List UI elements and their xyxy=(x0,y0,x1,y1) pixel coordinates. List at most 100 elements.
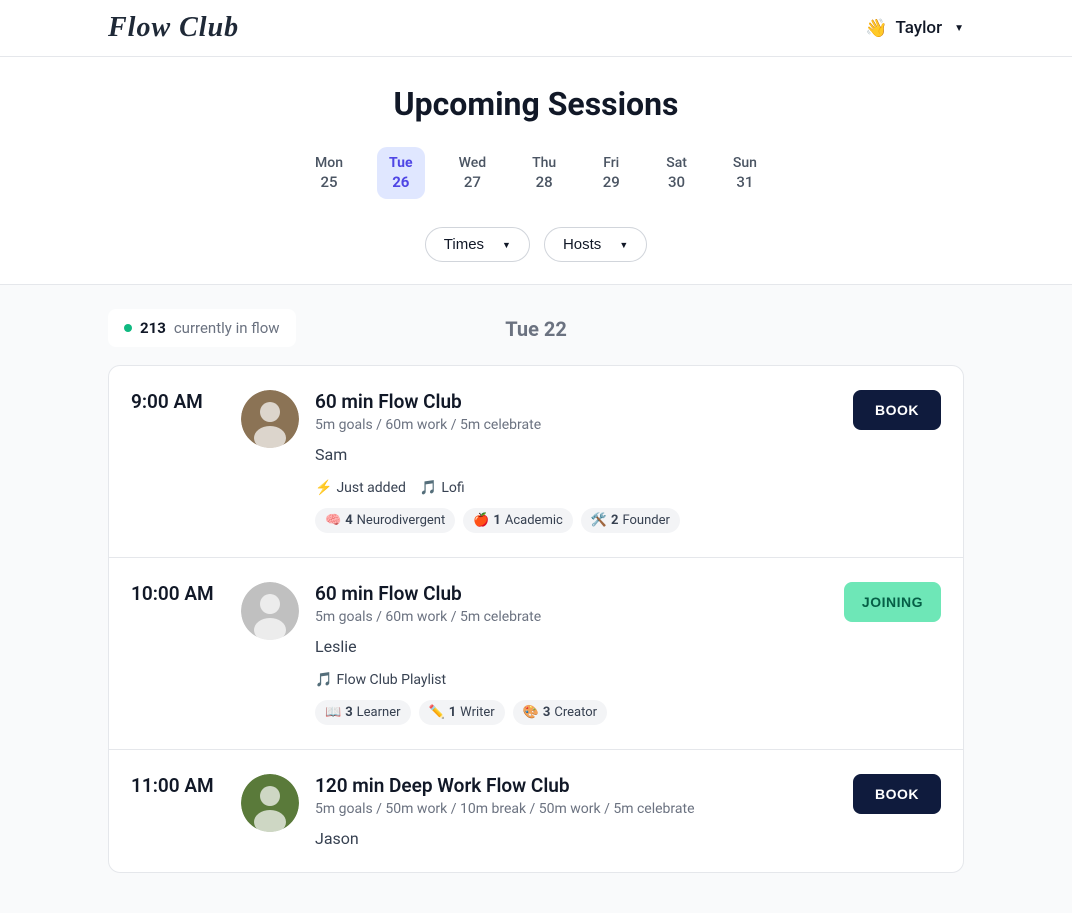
date-day: Tue xyxy=(389,155,413,171)
session-time: 10:00 AM xyxy=(131,582,241,725)
tag-icon: 🛠️ xyxy=(591,513,607,528)
date-selector: Mon 25 Tue 26 Wed 27 Thu28 Fri29 Sat 30 Sun 31 xyxy=(0,147,1072,199)
session-tags: 📖 3 Learner ✏️ 1 Writer 🎨 3 Creator xyxy=(315,700,844,725)
session-title: 60 min Flow Club xyxy=(315,582,844,605)
session-body: 120 min Deep Work Flow Club 5m goals / 50… xyxy=(315,774,853,848)
hosts-filter[interactable]: Hosts ▼ xyxy=(544,227,647,262)
session-title: 120 min Deep Work Flow Club xyxy=(315,774,853,797)
meta-text: Flow Club Playlist xyxy=(336,672,446,688)
times-label: Times xyxy=(444,236,484,253)
host-avatar[interactable] xyxy=(241,774,299,832)
session-action: BOOK xyxy=(853,390,941,533)
tag-label: Learner xyxy=(357,705,401,720)
chevron-down-icon: ▼ xyxy=(954,23,964,34)
sessions-list: 9:00 AM 60 min Flow Club 5m goals / 60m wo… xyxy=(108,365,964,873)
flow-status-badge: 213 currently in flow xyxy=(108,309,296,347)
book-button[interactable]: BOOK xyxy=(853,390,941,430)
date-item-25[interactable]: Mon 25 xyxy=(303,147,355,199)
session-action: JOINING xyxy=(844,582,941,725)
flow-text: currently in flow xyxy=(174,319,280,337)
status-dot-icon xyxy=(124,324,132,332)
tag[interactable]: ✏️ 1 Writer xyxy=(419,700,505,725)
session-row: 10:00 AM60 min Flow Club5m goals / 60m w… xyxy=(109,558,963,750)
session-meta: 🎵Flow Club Playlist xyxy=(315,672,844,688)
tag[interactable]: 🍎 1 Academic xyxy=(463,508,573,533)
tag-count: 1 xyxy=(449,705,456,720)
date-item-27[interactable]: Wed 27 xyxy=(447,147,499,199)
chevron-down-icon: ▼ xyxy=(619,240,628,250)
date-num: 27 xyxy=(464,173,481,191)
tag-label: Neurodivergent xyxy=(357,513,446,528)
meta-item: ⚡Just added xyxy=(315,480,406,496)
date-day: Sat xyxy=(666,155,687,171)
user-name: Taylor xyxy=(895,18,942,38)
logo[interactable]: Flow Club xyxy=(108,12,239,44)
date-num: 26 xyxy=(392,173,409,191)
meta-item: 🎵Lofi xyxy=(420,480,465,496)
date-item-31[interactable]: Sun 31 xyxy=(721,147,769,199)
date-item-30[interactable]: Sat 30 xyxy=(654,147,699,199)
tag-icon: 🎨 xyxy=(523,705,539,720)
session-tags: 🧠 4 Neurodivergent 🍎 1 Academic 🛠️ 2 Founder xyxy=(315,508,853,533)
meta-text: Lofi xyxy=(441,480,464,496)
session-body: 60 min Flow Club 5m goals / 60m work / 5m… xyxy=(315,390,853,533)
date-day: Mon xyxy=(315,155,343,171)
tag-count: 1 xyxy=(493,513,500,528)
session-meta: ⚡Just added 🎵Lofi xyxy=(315,480,853,496)
tag-label: Writer xyxy=(460,705,495,720)
tag[interactable]: 🧠 4 Neurodivergent xyxy=(315,508,455,533)
session-host: Leslie xyxy=(315,637,844,656)
date-num: 31 xyxy=(736,173,753,191)
host-avatar[interactable] xyxy=(241,582,299,640)
date-day: Fri xyxy=(603,155,619,171)
tag-label: Founder xyxy=(622,513,669,528)
tag-label: Creator xyxy=(554,705,597,720)
page-title: Upcoming Sessions xyxy=(0,85,1072,123)
tag-count: 4 xyxy=(345,513,352,528)
hosts-label: Hosts xyxy=(563,236,601,253)
date-day: Thu xyxy=(532,155,556,171)
tag[interactable]: 🎨 3 Creator xyxy=(513,700,607,725)
tag-count: 3 xyxy=(543,705,550,720)
session-time: 9:00 AM xyxy=(131,390,241,533)
tag-count: 2 xyxy=(611,513,618,528)
tag-count: 3 xyxy=(345,705,352,720)
meta-icon: 🎵 xyxy=(315,672,332,688)
tag[interactable]: 🛠️ 2 Founder xyxy=(581,508,680,533)
meta-text: Just added xyxy=(336,480,405,496)
session-time: 11:00 AM xyxy=(131,774,241,848)
times-filter[interactable]: Times ▼ xyxy=(425,227,530,262)
tag-label: Academic xyxy=(505,513,563,528)
chevron-down-icon: ▼ xyxy=(502,240,511,250)
session-host: Sam xyxy=(315,445,853,464)
date-item-28[interactable]: Thu28 xyxy=(520,147,568,199)
book-button[interactable]: BOOK xyxy=(853,774,941,814)
joining-button[interactable]: JOINING xyxy=(844,582,941,622)
tag-icon: 🍎 xyxy=(473,513,489,528)
date-day: Sun xyxy=(733,155,757,171)
session-host: Jason xyxy=(315,829,853,848)
wave-icon: 👋 xyxy=(865,18,887,39)
host-avatar[interactable] xyxy=(241,390,299,448)
tag-icon: ✏️ xyxy=(429,705,445,720)
meta-item: 🎵Flow Club Playlist xyxy=(315,672,446,688)
date-num: 30 xyxy=(668,173,685,191)
date-item-29[interactable]: Fri29 xyxy=(590,147,632,199)
header: Flow Club 👋 Taylor ▼ xyxy=(0,0,1072,57)
tag[interactable]: 📖 3 Learner xyxy=(315,700,411,725)
user-menu[interactable]: 👋 Taylor ▼ xyxy=(865,18,964,39)
flow-count: 213 xyxy=(140,319,166,337)
meta-icon: ⚡ xyxy=(315,480,332,496)
tag-icon: 🧠 xyxy=(325,513,341,528)
filter-row: Times ▼ Hosts ▼ xyxy=(0,227,1072,262)
meta-icon: 🎵 xyxy=(420,480,437,496)
content-area: 213 currently in flow Tue 22 9:00 AM60 m… xyxy=(0,285,1072,913)
session-title: 60 min Flow Club xyxy=(315,390,853,413)
date-day: Wed xyxy=(459,155,487,171)
tag-icon: 📖 xyxy=(325,705,341,720)
session-action: BOOK xyxy=(853,774,941,848)
date-num: 25 xyxy=(320,173,337,191)
session-desc: 5m goals / 60m work / 5m celebrate xyxy=(315,417,853,433)
date-item-26[interactable]: Tue 26 xyxy=(377,147,425,199)
session-desc: 5m goals / 50m work / 10m break / 50m wo… xyxy=(315,801,853,817)
